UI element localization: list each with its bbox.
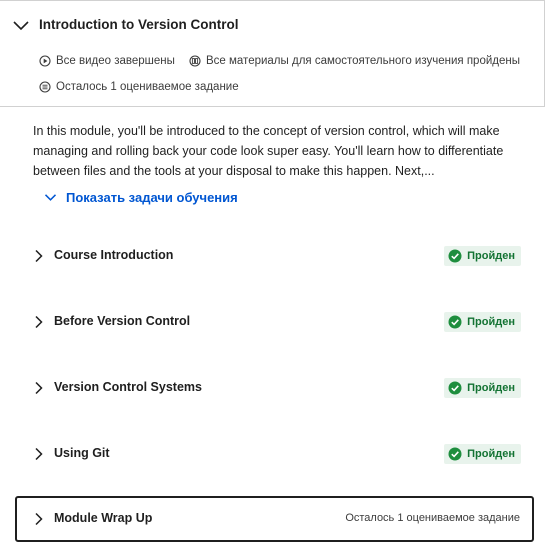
module-title[interactable]: Introduction to Version Control (39, 17, 239, 32)
chevron-right-icon (35, 249, 43, 263)
lesson-title: Using Git (54, 446, 110, 460)
lesson-item-using-git[interactable]: Using Git Пройден (15, 431, 534, 477)
graded-list-icon (39, 81, 51, 93)
completed-badge: Пройден (444, 312, 521, 332)
completed-badge: Пройден (444, 378, 521, 398)
check-circle-icon (448, 381, 462, 395)
chevron-right-icon (35, 381, 43, 395)
show-learning-objectives-button[interactable]: Показать задачи обучения (44, 190, 238, 205)
graded-status: Осталось 1 оцениваемое задание (39, 81, 239, 93)
lesson-title: Module Wrap Up (54, 511, 153, 525)
check-circle-icon (448, 249, 462, 263)
completed-badge-text: Пройден (467, 448, 515, 460)
graded-status-text: Осталось 1 оцениваемое задание (56, 81, 239, 93)
lesson-item-course-introduction[interactable]: Course Introduction Пройден (15, 233, 534, 279)
lesson-item-module-wrap-up[interactable]: Module Wrap Up Осталось 1 оцениваемое за… (15, 496, 534, 542)
module-description: In this module, you'll be introduced to … (33, 124, 504, 178)
completed-badge: Пройден (444, 246, 521, 266)
materials-status-text: Все материалы для самостоятельного изуче… (206, 55, 520, 67)
chevron-right-icon (35, 512, 43, 526)
play-circle-icon (39, 55, 51, 67)
check-circle-icon (448, 447, 462, 461)
completed-badge: Пройден (444, 444, 521, 464)
videos-status: Все видео завершены (39, 55, 175, 67)
completed-badge-text: Пройден (467, 316, 515, 328)
book-circle-icon (189, 55, 201, 67)
lesson-title: Course Introduction (54, 248, 174, 262)
show-learning-objectives-label: Показать задачи обучения (66, 190, 238, 205)
chevron-down-icon (44, 194, 57, 201)
module-header: Introduction to Version Control Все виде… (0, 0, 545, 107)
lesson-title: Before Version Control (54, 314, 191, 328)
lesson-title: Version Control Systems (54, 380, 202, 394)
videos-status-text: Все видео завершены (56, 55, 175, 67)
chevron-right-icon (35, 447, 43, 461)
check-circle-icon (448, 315, 462, 329)
chevron-down-icon[interactable] (12, 20, 30, 32)
materials-status: Все материалы для самостоятельного изуче… (189, 55, 520, 67)
lesson-item-before-version-control[interactable]: Before Version Control Пройден (15, 299, 534, 345)
chevron-right-icon (35, 315, 43, 329)
lesson-item-version-control-systems[interactable]: Version Control Systems Пройден (15, 365, 534, 411)
remaining-assessment-text: Осталось 1 оцениваемое задание (345, 512, 520, 524)
completed-badge-text: Пройден (467, 250, 515, 262)
completed-badge-text: Пройден (467, 382, 515, 394)
